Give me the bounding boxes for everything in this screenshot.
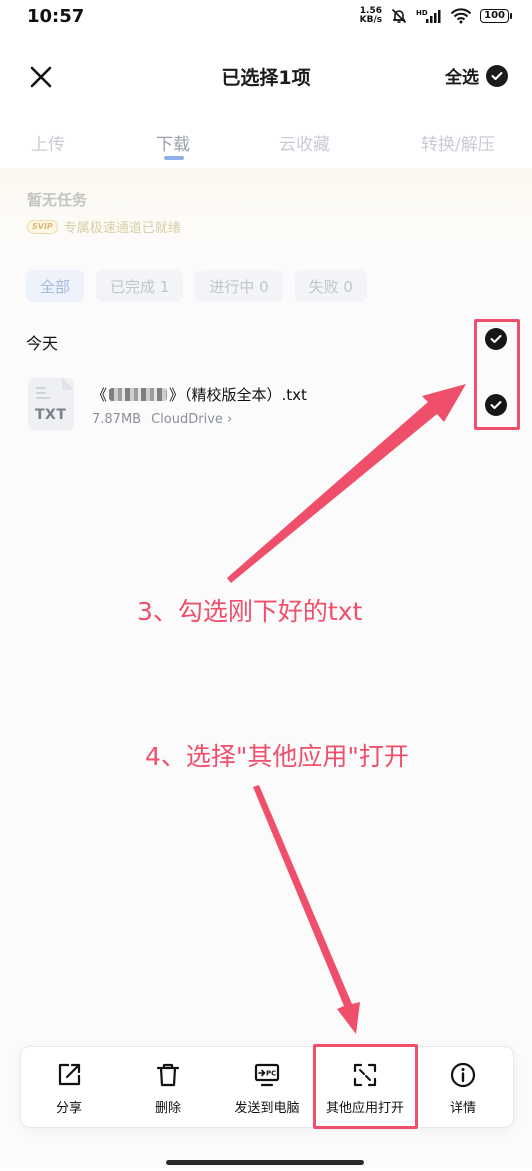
mute-bell-icon bbox=[392, 8, 407, 24]
svg-text:PC: PC bbox=[266, 1070, 276, 1078]
svip-badge: SVIP bbox=[27, 219, 58, 234]
filter-in-progress[interactable]: 进行中 0 bbox=[195, 270, 283, 302]
group-label-today: 今天 bbox=[26, 334, 59, 353]
wifi-icon bbox=[450, 8, 472, 24]
filter-all[interactable]: 全部 bbox=[26, 270, 85, 302]
tab-bar: 上传 下载 云收藏 转换/解压 bbox=[0, 126, 532, 166]
clock: 10:57 bbox=[27, 6, 85, 27]
file-size: 7.87MB bbox=[92, 412, 142, 427]
task-banner: 暂无任务 SVIP 专属极速通道已就绪 bbox=[0, 168, 532, 254]
txt-file-icon: TXT bbox=[28, 378, 74, 430]
filter-failed[interactable]: 失败 0 bbox=[294, 270, 367, 302]
share-button[interactable]: 分享 bbox=[33, 1047, 105, 1127]
filter-completed[interactable]: 已完成 1 bbox=[96, 270, 184, 302]
tab-indicator bbox=[164, 156, 184, 160]
download-panel: 暂无任务 SVIP 专属极速通道已就绪 全部 已完成 1 进行中 0 失败 0 … bbox=[0, 168, 532, 1168]
battery-icon: 100 bbox=[480, 9, 512, 23]
select-all-label: 全选 bbox=[445, 68, 479, 88]
annotation-step-3: 3、勾选刚下好的txt bbox=[137, 597, 363, 626]
send-to-pc-button[interactable]: PC 发送到电脑 bbox=[221, 1047, 313, 1127]
delete-button[interactable]: 删除 bbox=[132, 1047, 204, 1127]
file-select-checkbox[interactable] bbox=[485, 394, 507, 416]
tab-upload[interactable]: 上传 bbox=[31, 130, 65, 155]
redacted-title bbox=[109, 388, 168, 401]
send-to-pc-icon: PC bbox=[254, 1063, 280, 1087]
group-select-checkbox[interactable] bbox=[485, 328, 507, 350]
signal-icon: HD bbox=[416, 9, 441, 23]
share-icon bbox=[58, 1063, 81, 1086]
bottom-action-bar: 分享 删除 PC 发送到电脑 其他应用打开 详情 bbox=[20, 1046, 514, 1128]
status-bar: 10:57 1.56 KB/s HD 100 bbox=[0, 0, 532, 36]
svg-text:HD: HD bbox=[416, 9, 428, 17]
file-row[interactable]: TXT 《》（精校版全本）.txt 7.87MB CloudDrive › bbox=[0, 368, 532, 438]
file-source: CloudDrive › bbox=[151, 412, 233, 427]
check-circle-icon bbox=[486, 64, 508, 87]
tab-download[interactable]: 下载 bbox=[156, 130, 190, 155]
banner-subtitle: SVIP 专属极速通道已就绪 bbox=[27, 217, 181, 236]
annotation-step-4: 4、选择"其他应用"打开 bbox=[145, 742, 409, 771]
status-icons: 1.56 KB/s HD 100 bbox=[360, 7, 512, 25]
banner-subtitle-text: 专属极速通道已就绪 bbox=[63, 221, 181, 236]
details-button[interactable]: 详情 bbox=[427, 1047, 499, 1127]
tab-cloud-favorites[interactable]: 云收藏 bbox=[279, 130, 330, 155]
file-meta: 7.87MB CloudDrive › bbox=[92, 412, 232, 427]
selection-header: 已选择1项 全选 bbox=[0, 48, 532, 104]
info-icon bbox=[450, 1062, 476, 1088]
home-indicator[interactable] bbox=[166, 1160, 364, 1165]
banner-title: 暂无任务 bbox=[27, 191, 88, 209]
filter-chips: 全部 已完成 1 进行中 0 失败 0 bbox=[26, 270, 367, 302]
network-speed: 1.56 KB/s bbox=[359, 6, 383, 25]
open-with-other-app-button[interactable]: 其他应用打开 bbox=[320, 1047, 410, 1127]
file-name: 《》（精校版全本）.txt bbox=[92, 386, 307, 404]
open-with-icon bbox=[353, 1063, 377, 1087]
trash-icon bbox=[156, 1063, 180, 1087]
tab-convert-extract[interactable]: 转换/解压 bbox=[421, 130, 495, 155]
select-all-button[interactable]: 全选 bbox=[445, 63, 508, 88]
